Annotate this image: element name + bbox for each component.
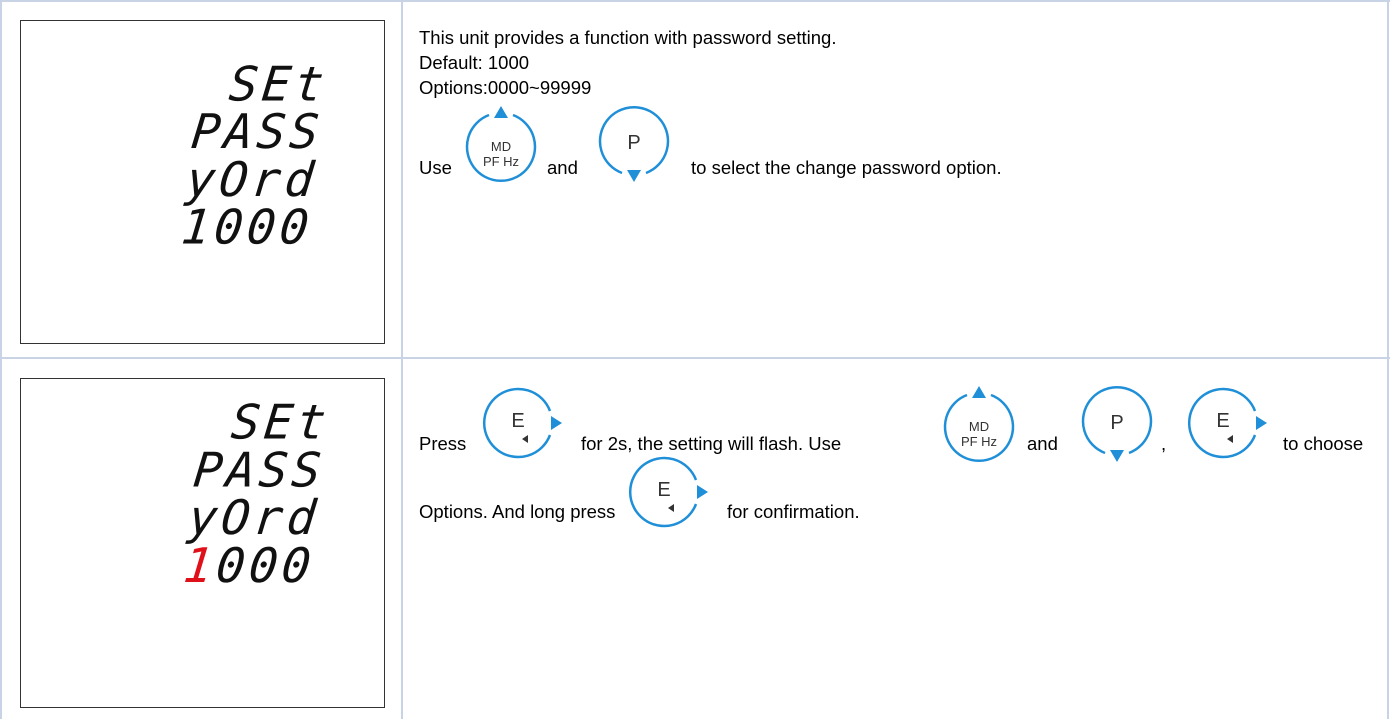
table-row-divider [0, 357, 1390, 359]
row1-desc-default: Default: 1000 [419, 52, 530, 73]
p-down-button-icon[interactable]: P [594, 97, 674, 187]
e-enter-button-icon[interactable]: E [1183, 383, 1273, 463]
md-label: MD [491, 139, 511, 154]
row2-and-word: and [1027, 433, 1058, 454]
row2-line2-tail: for confirmation. [727, 501, 860, 522]
row1-instruction-tail: to select the change password option. [691, 157, 1002, 178]
e-enter-button-icon[interactable]: E [624, 452, 714, 532]
row2-to-choose: to choose [1283, 433, 1364, 454]
value-rest: 000 [214, 539, 318, 594]
e-enter-button-icon[interactable]: E [478, 383, 568, 463]
lcd-display-row2: SEt PASS yOrd 1000 [20, 378, 385, 708]
lcd-segment-readout: SEt PASS yOrd 1000 [179, 58, 331, 256]
p-label: P [627, 132, 640, 154]
table-border-top [0, 0, 1390, 2]
row1-use-word: Use [419, 157, 452, 178]
lcd-line-pass: PASS [189, 105, 326, 160]
row1-and-word: and [547, 157, 578, 178]
p-down-button-icon[interactable]: P [1077, 377, 1157, 467]
row1-desc-line1: This unit provides a function with passw… [419, 27, 837, 48]
lcd-line-set: SEt [226, 58, 330, 113]
row2-press-word: Press [419, 433, 467, 454]
pf-hz-label: PF Hz [483, 154, 519, 169]
md-pf-hz-up-button-icon[interactable]: MD PF Hz [461, 95, 541, 185]
row2-options-line: Options. And long press [419, 501, 616, 522]
table-border-right [1387, 0, 1389, 719]
lcd-segment-readout-flashing: SEt PASS yOrd 1000 [181, 396, 333, 594]
table-column-divider [401, 0, 403, 719]
p-label: P [1110, 412, 1123, 434]
lcd-line-pass: PASS [191, 443, 328, 498]
lcd-line-value: 1000 [181, 539, 318, 594]
lcd-line-word: yOrd [185, 491, 323, 546]
lcd-line-word: yOrd [183, 153, 321, 208]
e-label: E [657, 479, 670, 501]
e-label: E [511, 410, 524, 432]
table-border-left [0, 0, 2, 719]
lcd-line-value: 1000 [179, 201, 316, 256]
lcd-line-set: SEt [229, 396, 333, 451]
e-label: E [1216, 410, 1229, 432]
lcd-display-row1: SEt PASS yOrd 1000 [20, 20, 385, 344]
md-pf-hz-up-button-icon[interactable]: MD PF Hz [939, 375, 1019, 465]
md-label: MD [969, 419, 989, 434]
pf-hz-label: PF Hz [961, 434, 997, 449]
row2-comma: , [1161, 433, 1167, 454]
